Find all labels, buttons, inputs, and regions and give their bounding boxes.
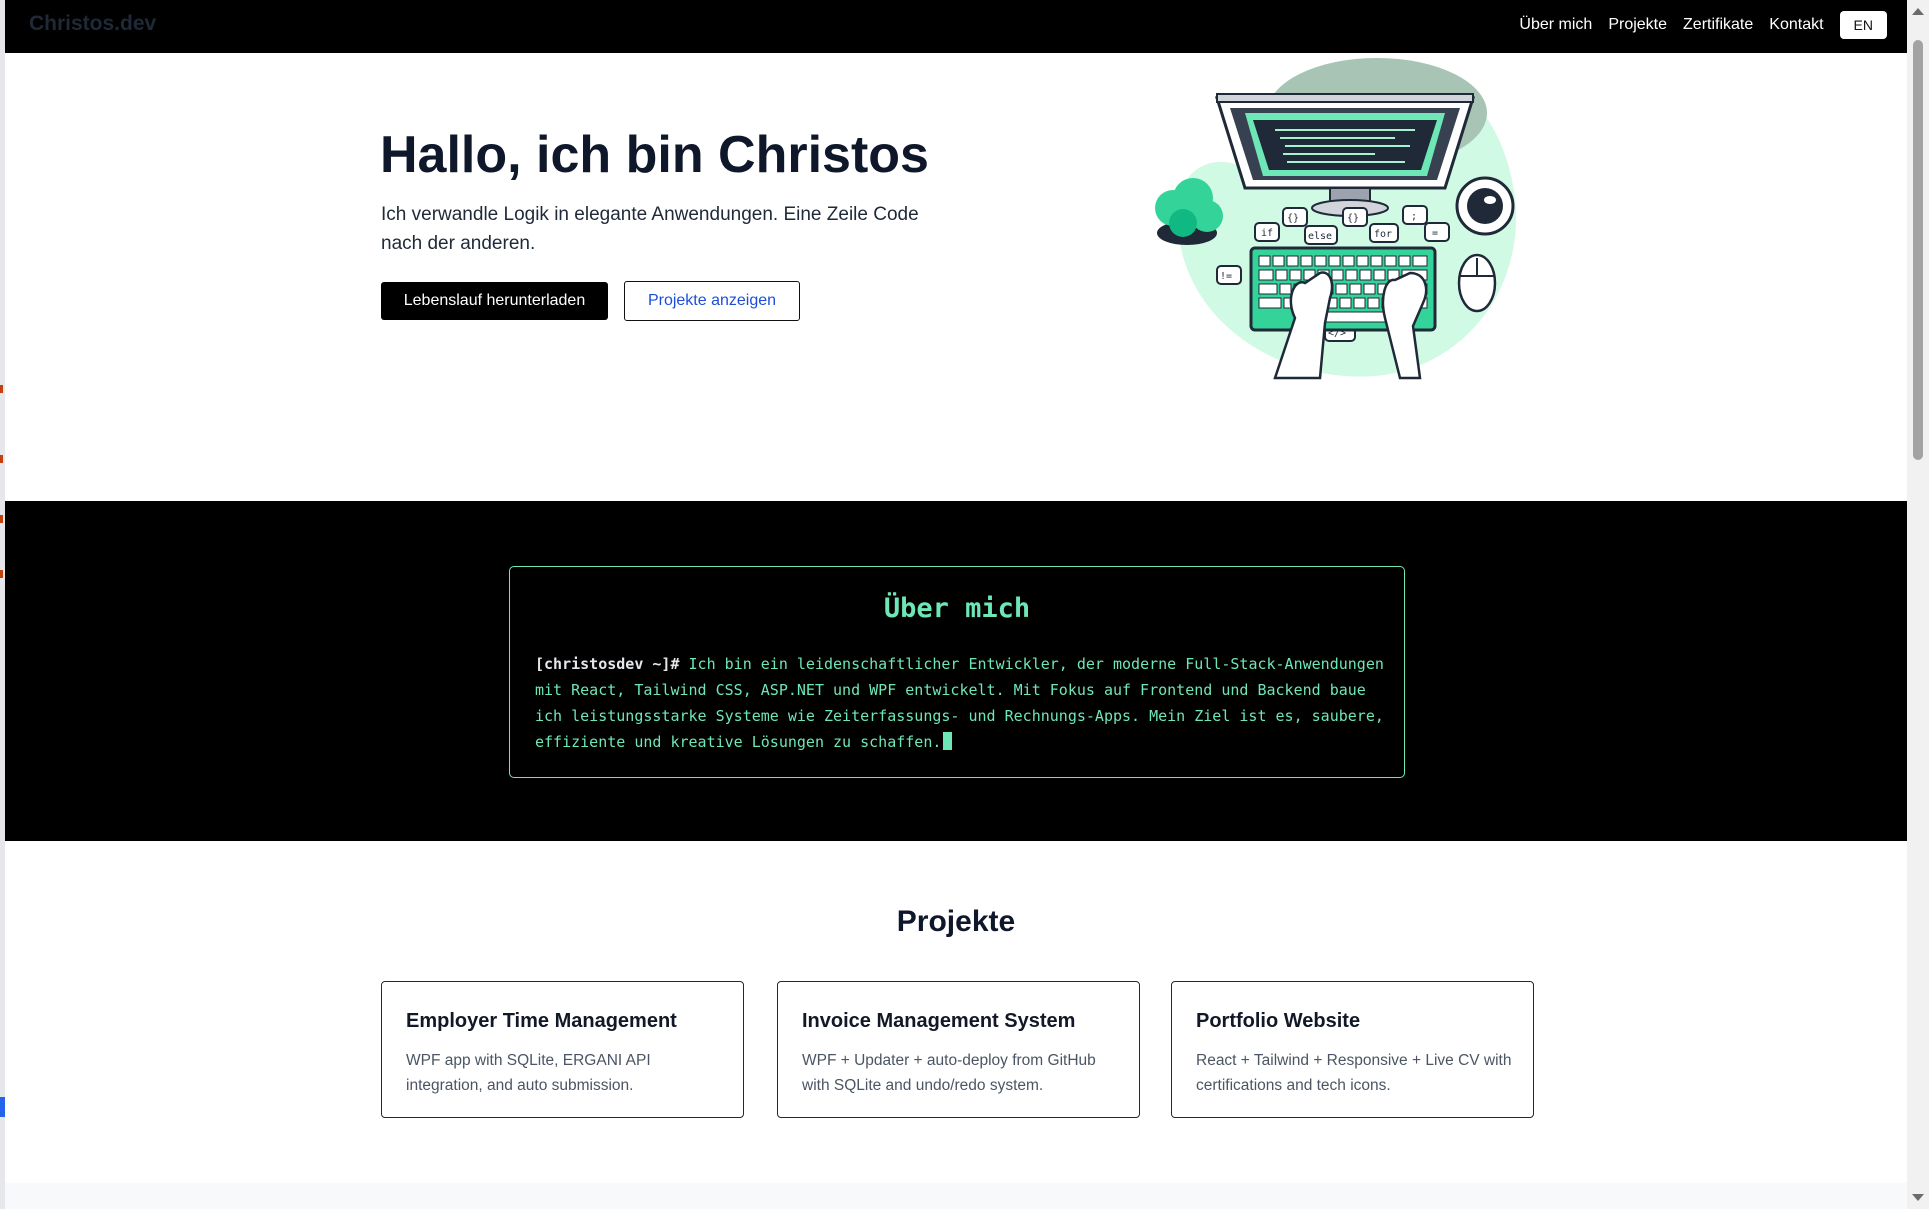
edge-marker [0, 385, 3, 393]
project-card-title: Employer Time Management [406, 1010, 677, 1032]
vertical-scrollbar[interactable] [1907, 0, 1929, 1209]
scroll-thumb[interactable] [1913, 40, 1923, 460]
nav-link-certificates[interactable]: Zertifikate [1683, 16, 1753, 34]
svg-text:{}: {} [1287, 213, 1299, 224]
language-toggle-button[interactable]: EN [1839, 11, 1887, 39]
top-navbar: Christos.dev Über mich Projekte Zertifik… [5, 0, 1907, 53]
edge-marker [0, 515, 3, 523]
hero-title: Hallo, ich bin Christos [380, 126, 929, 184]
scroll-down-arrow-icon[interactable] [1912, 1194, 1924, 1201]
svg-text:for: for [1374, 229, 1392, 240]
project-card[interactable]: Portfolio Website React + Tailwind + Res… [1171, 981, 1534, 1118]
svg-text:=: = [1432, 228, 1438, 239]
project-card-description: WPF + Updater + auto-deploy from GitHub … [802, 1052, 1096, 1094]
about-text: [christosdev ~]# Ich bin ein leidenschaf… [535, 651, 1390, 755]
brand-logo[interactable]: Christos.dev [29, 12, 156, 36]
svg-text:;: ; [1411, 211, 1417, 222]
project-card-title: Portfolio Website [1196, 1010, 1361, 1032]
svg-text:if: if [1261, 228, 1273, 239]
terminal-prompt: [christosdev ~]# [535, 655, 680, 673]
svg-text:!=: != [1220, 271, 1232, 282]
nav-link-contact[interactable]: Kontakt [1769, 16, 1823, 34]
svg-text:else: else [1308, 231, 1332, 242]
nav-link-projects[interactable]: Projekte [1608, 16, 1667, 34]
terminal-cursor [943, 732, 953, 750]
next-section-edge [5, 1183, 1907, 1209]
edge-marker [0, 570, 3, 578]
edge-marker [0, 455, 3, 463]
projects-title: Projekte [896, 905, 1016, 938]
nav-link-about[interactable]: Über mich [1519, 16, 1592, 34]
about-title: Über mich [883, 593, 1031, 624]
about-section: Über mich [christosdev ~]# Ich bin ein l… [5, 501, 1907, 841]
project-card-description: WPF app with SQLite, ERGANI API integrat… [406, 1052, 651, 1094]
svg-text:{}: {} [1347, 213, 1359, 224]
scroll-up-arrow-icon[interactable] [1912, 8, 1924, 15]
terminal-box: Über mich [christosdev ~]# Ich bin ein l… [509, 566, 1405, 778]
hero-subtitle: Ich verwandle Logik in elegante Anwendun… [381, 204, 919, 254]
project-card[interactable]: Employer Time Management WPF app with SQ… [381, 981, 744, 1118]
project-card-title: Invoice Management System [802, 1010, 1076, 1032]
download-cv-button[interactable]: Lebenslauf herunterladen [381, 282, 608, 320]
project-card-description: React + Tailwind + Responsive + Live CV … [1196, 1052, 1512, 1094]
mouse-icon [1457, 253, 1497, 313]
nav-links: Über mich Projekte Zertifikate Kontakt E… [1519, 11, 1887, 39]
project-card[interactable]: Invoice Management System WPF + Updater … [777, 981, 1140, 1118]
coffee-cup-icon [1455, 176, 1515, 236]
page: Christos.dev Über mich Projekte Zertifik… [5, 0, 1907, 1209]
developer-illustration: if {} else {} for ; = != </> [1155, 58, 1517, 380]
view-projects-button[interactable]: Projekte anzeigen [624, 281, 800, 321]
